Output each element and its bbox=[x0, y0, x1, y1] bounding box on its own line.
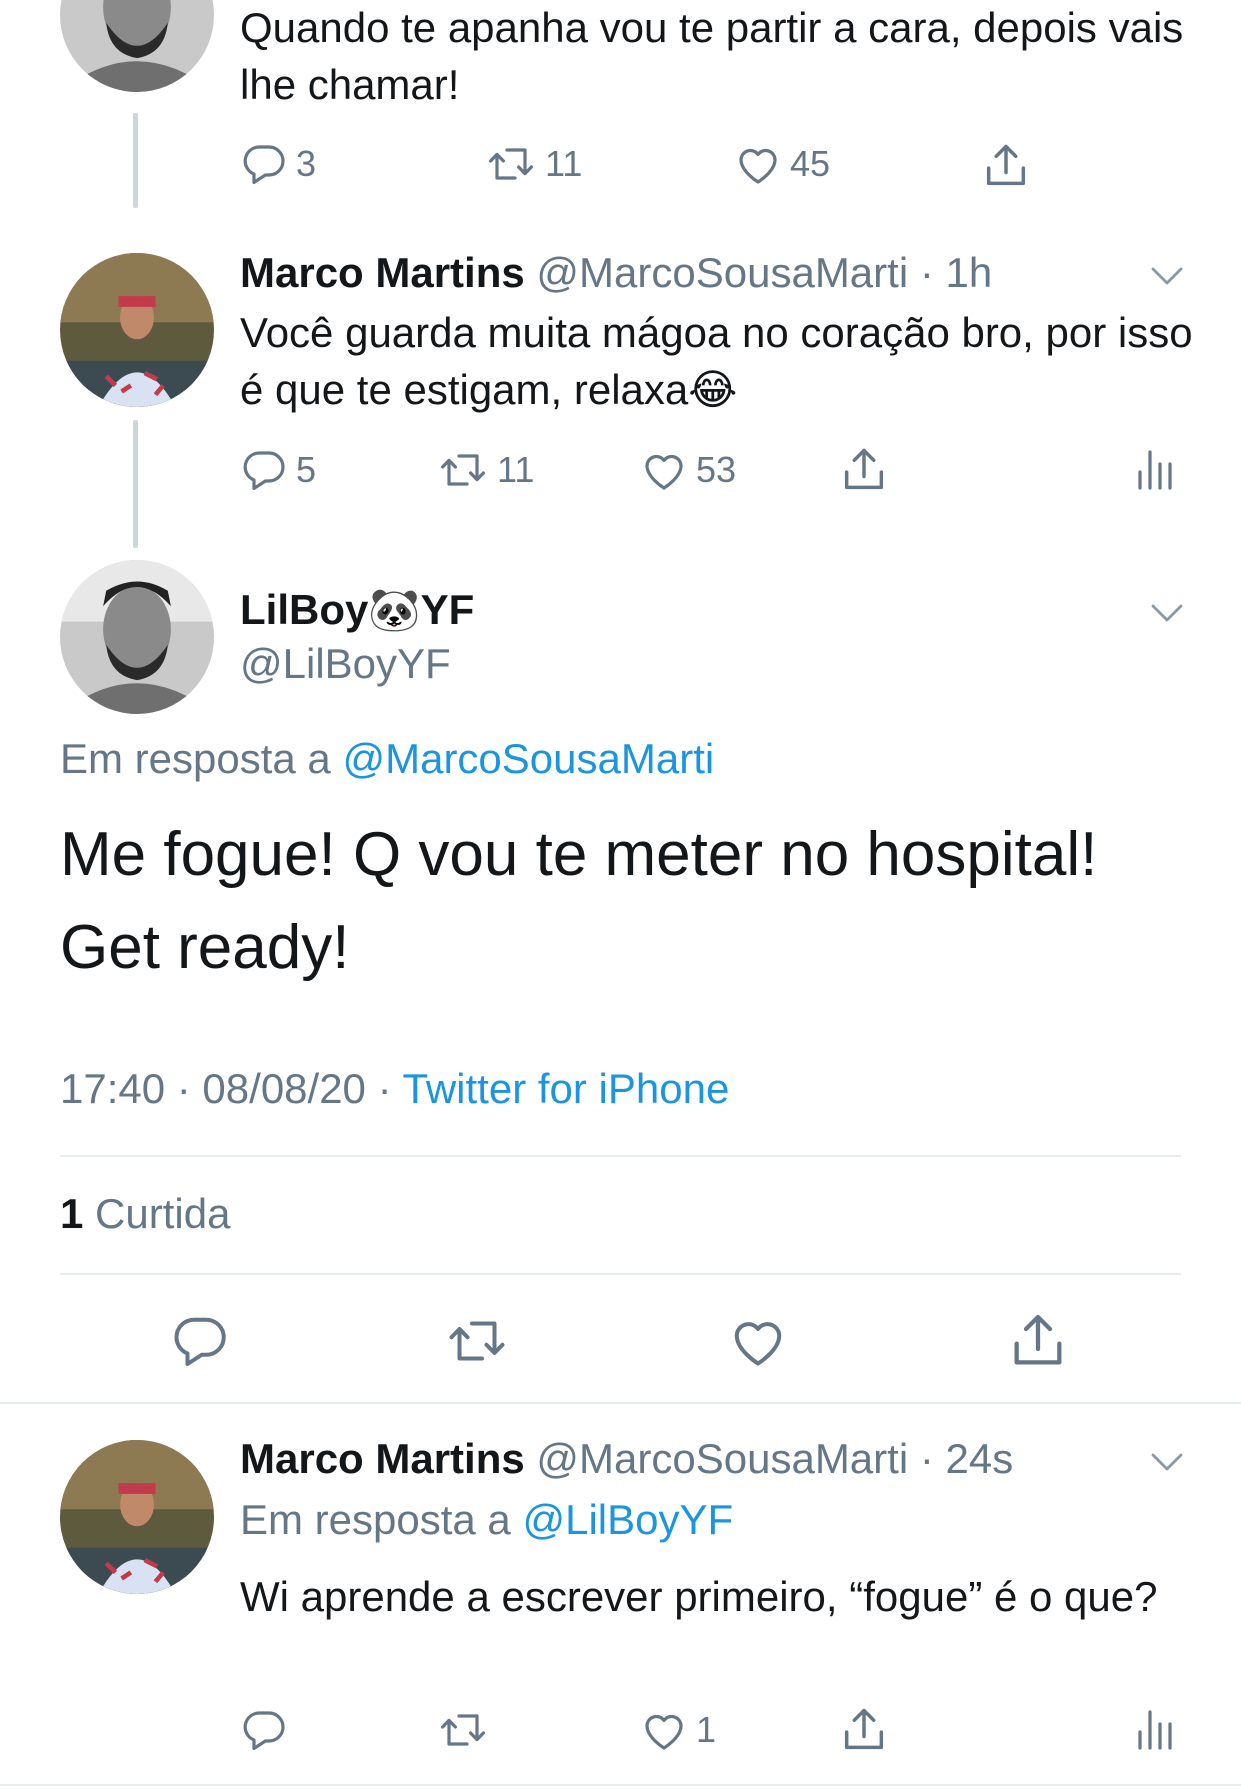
like-icon bbox=[640, 1706, 688, 1754]
handle[interactable]: @MarcoSousaMarti bbox=[536, 1435, 908, 1482]
like-count: 1 bbox=[696, 1709, 717, 1750]
tweet-header: Marco Martins @MarcoSousaMarti · 24s bbox=[240, 1435, 1013, 1483]
thread-line bbox=[133, 420, 138, 548]
reply-button[interactable] bbox=[170, 1311, 230, 1371]
display-name[interactable]: Marco Martins bbox=[240, 1435, 525, 1482]
reply-context: Em resposta a @MarcoSousaMarti bbox=[60, 735, 714, 783]
reply-icon bbox=[240, 1706, 288, 1754]
divider bbox=[0, 1784, 1241, 1786]
retweet-icon bbox=[437, 446, 489, 494]
reply-icon bbox=[240, 446, 288, 494]
tweet-text: Quando te apanha vou te partir a cara, d… bbox=[240, 4, 1184, 108]
retweet-count: 11 bbox=[497, 449, 535, 490]
share-button[interactable] bbox=[838, 1704, 890, 1756]
analytics-button[interactable] bbox=[1130, 446, 1178, 494]
share-button[interactable] bbox=[838, 444, 890, 496]
reply-button[interactable]: 3 bbox=[240, 140, 316, 188]
avatar[interactable] bbox=[60, 560, 214, 714]
retweet-icon bbox=[444, 1311, 510, 1371]
reply-prefix: Em resposta a bbox=[60, 735, 331, 782]
like-button[interactable]: 53 bbox=[640, 446, 736, 494]
avatar[interactable] bbox=[60, 1440, 214, 1594]
reply-prefix: Em resposta a bbox=[240, 1496, 511, 1543]
analytics-icon bbox=[1130, 1706, 1178, 1754]
avatar[interactable] bbox=[60, 0, 214, 92]
share-button[interactable] bbox=[1006, 1309, 1070, 1373]
handle[interactable]: @LilBoyYF bbox=[240, 640, 451, 688]
main-tweet-text: Me fogue! Q vou te meter no hospital! Ge… bbox=[60, 820, 1098, 982]
reply-context: Em resposta a @LilBoyYF bbox=[240, 1496, 733, 1544]
reply-to-link[interactable]: @MarcoSousaMarti bbox=[342, 735, 714, 782]
share-button[interactable] bbox=[980, 140, 1032, 192]
timestamp[interactable]: · 1h bbox=[920, 249, 992, 296]
retweet-button[interactable]: 11 bbox=[437, 446, 534, 494]
tweet-text: Wi aprende a escrever primeiro, “fogue” … bbox=[240, 1573, 1158, 1620]
display-name[interactable]: LilBoy🐼YF bbox=[240, 586, 474, 634]
retweet-button[interactable] bbox=[444, 1311, 510, 1371]
retweet-button[interactable]: 11 bbox=[485, 140, 582, 188]
tweet-time: 17:40 · 08/08/20 · bbox=[60, 1065, 392, 1112]
share-icon bbox=[838, 444, 890, 496]
likes-summary[interactable]: 1 Curtida bbox=[60, 1190, 230, 1238]
retweet-icon bbox=[437, 1706, 489, 1754]
reply-count: 5 bbox=[296, 449, 317, 490]
tweet-text: Você guarda muita mágoa no coração bro, … bbox=[240, 309, 1193, 413]
reply-icon bbox=[240, 140, 288, 188]
reply-icon bbox=[170, 1311, 230, 1371]
like-button[interactable]: 45 bbox=[734, 140, 830, 188]
reply-button[interactable] bbox=[240, 1706, 288, 1754]
likes-label: Curtida bbox=[95, 1190, 231, 1237]
retweet-icon bbox=[485, 140, 537, 188]
thread-line bbox=[133, 113, 138, 208]
display-name-text: LilBoy🐼YF bbox=[240, 586, 475, 633]
retweet-count: 11 bbox=[545, 143, 583, 184]
like-button[interactable] bbox=[728, 1311, 788, 1371]
like-icon bbox=[728, 1311, 788, 1371]
source-link[interactable]: Twitter for iPhone bbox=[403, 1065, 730, 1112]
reply-count: 3 bbox=[296, 143, 317, 184]
tweet-header: Marco Martins @MarcoSousaMarti · 1h bbox=[240, 249, 992, 297]
share-icon bbox=[838, 1704, 890, 1756]
timestamp[interactable]: · 24s bbox=[920, 1435, 1013, 1482]
divider bbox=[60, 1155, 1181, 1157]
chevron-down-icon[interactable] bbox=[1146, 255, 1188, 297]
tweet-meta: 17:40 · 08/08/20 · Twitter for iPhone bbox=[60, 1065, 729, 1113]
like-count: 53 bbox=[696, 449, 737, 490]
reply-to-link[interactable]: @LilBoyYF bbox=[522, 1496, 733, 1543]
handle[interactable]: @MarcoSousaMarti bbox=[536, 249, 908, 296]
divider bbox=[0, 1402, 1241, 1404]
divider bbox=[60, 1273, 1181, 1275]
like-icon bbox=[640, 446, 688, 494]
likes-count: 1 bbox=[60, 1190, 84, 1237]
like-icon bbox=[734, 140, 782, 188]
avatar[interactable] bbox=[60, 253, 214, 407]
retweet-button[interactable] bbox=[437, 1706, 489, 1754]
like-button[interactable]: 1 bbox=[640, 1706, 716, 1754]
display-name[interactable]: Marco Martins bbox=[240, 249, 525, 296]
chevron-down-icon[interactable] bbox=[1146, 592, 1188, 634]
reply-button[interactable]: 5 bbox=[240, 446, 316, 494]
like-count: 45 bbox=[790, 143, 831, 184]
share-icon bbox=[1006, 1309, 1070, 1373]
analytics-icon bbox=[1130, 446, 1178, 494]
analytics-button[interactable] bbox=[1130, 1706, 1178, 1754]
chevron-down-icon[interactable] bbox=[1146, 1441, 1188, 1483]
share-icon bbox=[980, 140, 1032, 192]
